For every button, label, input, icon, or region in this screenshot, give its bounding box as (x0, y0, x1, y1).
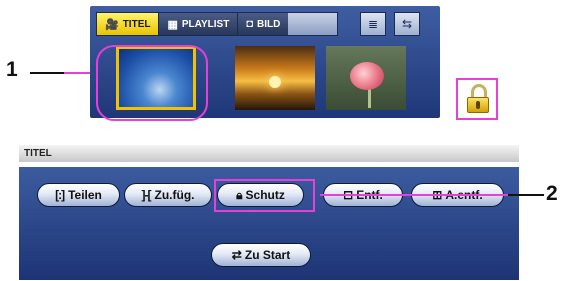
zufueg-label: Zu.füg. (154, 188, 195, 202)
callout-line-2 (320, 194, 508, 196)
lock-icon (467, 84, 489, 114)
callout-number-2: 2 (546, 182, 558, 205)
callout-line-1-black (30, 72, 64, 74)
zu-start-button[interactable]: ⇄ Zu Start (211, 243, 311, 267)
zu-start-label: Zu Start (244, 248, 291, 262)
schutz-highlight (214, 179, 315, 212)
teilen-label: Teilen (68, 188, 102, 202)
camcorder-icon: 🎥 (105, 18, 119, 31)
callout-line-2-black (508, 194, 544, 196)
tab-titel[interactable]: 🎥 TITEL (97, 13, 160, 35)
menu-list-icon: ≣ (367, 17, 379, 31)
protected-indicator (456, 78, 498, 120)
tab-playlist-label: PLAYLIST (181, 18, 230, 30)
tab-bild[interactable]: ◘ BILD (238, 13, 289, 35)
menu-title-bar (19, 145, 519, 162)
selected-thumbnail-highlight (96, 45, 208, 121)
flower-bloom (350, 62, 384, 90)
switch-view-icon: ⇆ (401, 17, 413, 31)
combine-icon: ]-[ (141, 188, 152, 202)
zufueg-button[interactable]: ]-[ Zu.füg. (124, 183, 212, 207)
thumbnail-2[interactable] (235, 46, 315, 110)
category-tabs: 🎥 TITEL ▦ PLAYLIST ◘ BILD (96, 12, 338, 36)
menu-title: TITEL (24, 148, 52, 159)
switch-view-button[interactable]: ⇆ (394, 12, 420, 36)
menu-list-button[interactable]: ≣ (360, 12, 386, 36)
camera-icon: ◘ (246, 18, 253, 30)
teilen-button[interactable]: [:] Teilen (37, 183, 120, 207)
thumbnail-3[interactable] (326, 46, 406, 110)
tab-bild-label: BILD (256, 18, 281, 30)
playlist-icon: ▦ (167, 18, 178, 31)
return-icon: ⇄ (231, 248, 242, 262)
tab-playlist[interactable]: ▦ PLAYLIST (159, 13, 239, 35)
callout-number-1: 1 (6, 58, 18, 81)
tab-titel-label: TITEL (122, 18, 151, 30)
split-icon: [:] (55, 188, 65, 202)
